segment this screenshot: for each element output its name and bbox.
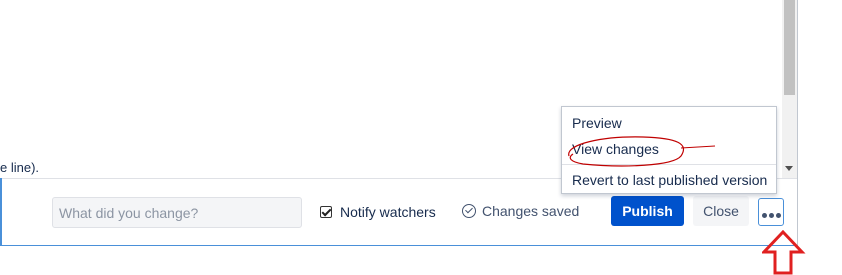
notify-watchers-checkbox[interactable]: Notify watchers xyxy=(320,204,436,220)
menu-item-preview[interactable]: Preview xyxy=(572,115,622,131)
change-comment-input[interactable] xyxy=(52,197,302,228)
more-options-icon xyxy=(761,212,767,218)
annotation-ellipse xyxy=(568,136,716,167)
menu-item-revert[interactable]: Revert to last published version xyxy=(572,172,767,188)
check-circle-icon xyxy=(462,204,476,218)
more-options-icon-dot xyxy=(775,212,781,218)
editor-text-fragment: e line). xyxy=(0,160,40,175)
notify-watchers-label: Notify watchers xyxy=(340,204,436,220)
save-status: Changes saved xyxy=(462,203,579,219)
more-options-button[interactable] xyxy=(758,198,784,226)
up-arrow-annotation-icon xyxy=(762,230,806,275)
close-button[interactable]: Close xyxy=(693,196,749,226)
scroll-down-arrow-icon[interactable] xyxy=(785,166,793,171)
editor-scrollbar[interactable] xyxy=(782,0,797,178)
more-options-icon-dot xyxy=(768,212,774,218)
focus-edge xyxy=(0,178,2,246)
scrollbar-thumb[interactable] xyxy=(784,0,795,95)
checkbox-checked-icon[interactable] xyxy=(320,206,332,218)
save-status-label: Changes saved xyxy=(482,203,580,219)
publish-button[interactable]: Publish xyxy=(611,196,684,226)
